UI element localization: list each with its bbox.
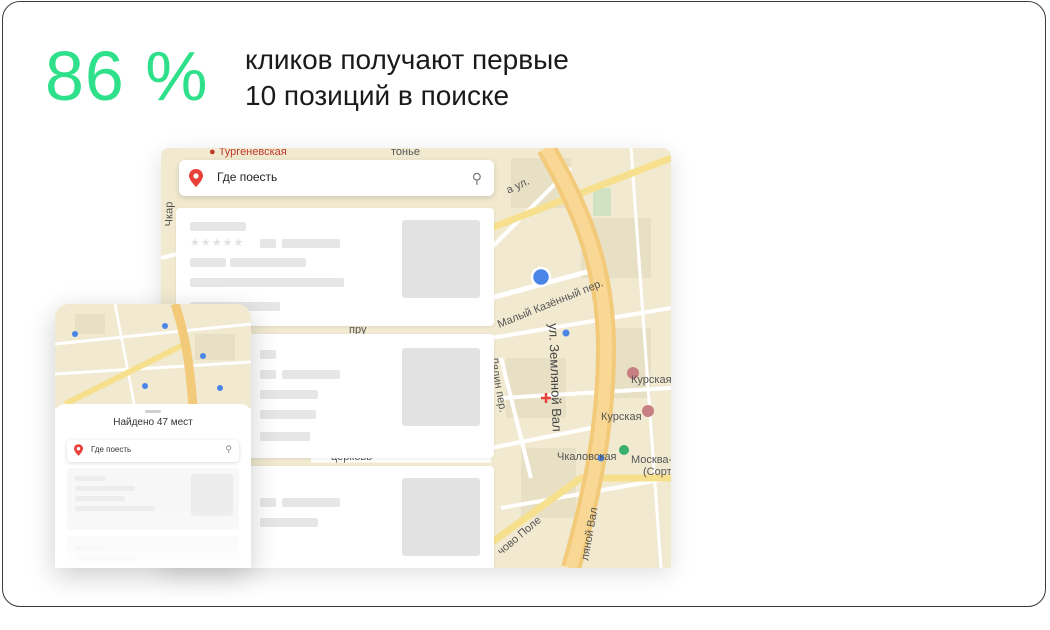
stat-value: 86 % [45, 37, 209, 115]
sheet-fade [55, 508, 251, 568]
map-label-kurskaya-2: Курская [601, 411, 642, 423]
map-pin-icon [74, 444, 83, 456]
map-label-tonye: тонье [391, 148, 420, 158]
results-count: Найдено 47 мест [113, 417, 193, 428]
caption-line-1: кликов получают первые [245, 44, 569, 75]
mobile-map[interactable] [55, 304, 251, 409]
desktop-search-bar[interactable]: Где поесть ⚲ [179, 160, 494, 196]
card-frame: 86 % кликов получают первые 10 позиций в… [2, 1, 1046, 607]
mobile-search-bar[interactable]: Где поесть ⚲ [67, 440, 239, 462]
map-label-moskva-2: (Сорт [643, 466, 671, 478]
map-pin-icon [189, 169, 203, 187]
mobile-results-sheet[interactable]: Найдено 47 мест Где поесть ⚲ [55, 404, 251, 568]
sheet-drag-handle[interactable] [145, 410, 161, 413]
mobile-mockup: Найдено 47 мест Где поесть ⚲ [55, 304, 251, 568]
map-label-chkalovskaya: Чкаловская [557, 451, 617, 463]
map-label-chkar: Чкар [163, 201, 176, 227]
result-thumbnail [402, 348, 480, 426]
rating-stars-icon: ★★★★★ [190, 237, 245, 249]
search-icon[interactable]: ⚲ [225, 444, 232, 455]
mobile-map-roads [55, 304, 251, 409]
map-label-moskva: Москва-П [631, 454, 671, 466]
result-thumbnail [402, 478, 480, 556]
stat-caption: кликов получают первые 10 позиций в поис… [245, 42, 569, 114]
caption-line-2: 10 позиций в поиске [245, 80, 510, 111]
desktop-search-label: Где поесть [217, 170, 278, 184]
search-icon[interactable]: ⚲ [472, 170, 482, 187]
map-label-turgenevskaya: Тургеневская [218, 148, 287, 158]
mobile-search-label: Где поесть [91, 445, 132, 454]
map-label-kurskaya-1: Курская [631, 374, 671, 386]
result-thumbnail [402, 220, 480, 298]
